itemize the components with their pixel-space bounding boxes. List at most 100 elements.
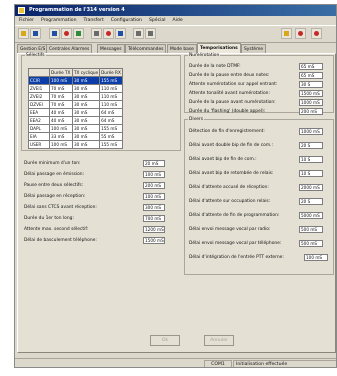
network-icon[interactable]: [115, 28, 126, 39]
table-cell[interactable]: 30 mS: [71, 100, 101, 109]
tone-wait-field[interactable]: 1500 mS: [299, 90, 323, 97]
table-cell[interactable]: CCIR: [28, 76, 50, 85]
table-cell[interactable]: 30 mS: [71, 140, 101, 149]
table-cell[interactable]: 110 mS: [99, 100, 124, 109]
folder-icon[interactable]: [18, 28, 29, 39]
incoming-dial-wait-field[interactable]: 30 S: [299, 81, 323, 88]
table-cell[interactable]: USER: [28, 140, 50, 149]
flashing-duration-field[interactable]: 200 mS: [299, 108, 323, 115]
min-tone-duration-field[interactable]: 20 mS: [143, 160, 165, 167]
stop-icon[interactable]: [103, 28, 114, 39]
table-cell[interactable]: 30 mS: [71, 84, 101, 93]
table-row[interactable]: ZVEI1 70 mS 30 mS 110 mS: [28, 84, 124, 93]
menu-help[interactable]: Aide: [173, 18, 183, 23]
tab-centrales-alarmes[interactable]: Centrales Alarmes: [46, 44, 93, 53]
field-label: Détection de fin d'enregistrement:: [189, 129, 265, 134]
table-cell[interactable]: 70 mS: [49, 92, 73, 101]
menu-programming[interactable]: Programmation: [41, 18, 76, 23]
record-end-detection-field[interactable]: 1000 mS: [299, 128, 323, 135]
table-row[interactable]: CCIR 100 mS 30 mS 155 mS: [28, 76, 124, 85]
dtmf-pause-field[interactable]: 65 mS: [299, 72, 323, 79]
table-cell[interactable]: 40 mS: [49, 108, 73, 117]
table-cell[interactable]: DAPL: [28, 124, 50, 133]
table-cell[interactable]: 100 mS: [49, 124, 73, 133]
menu-file[interactable]: Fichier: [19, 18, 34, 23]
phone-switch-delay-field[interactable]: 1500 mS: [143, 237, 165, 244]
tab-telecommandes[interactable]: Télécommandes: [125, 44, 167, 53]
tab-systeme[interactable]: Système: [241, 44, 267, 53]
table-row[interactable]: EEA 40 mS 30 mS 64 mS: [28, 108, 124, 117]
pause-selectifs-field[interactable]: 200 mS: [143, 182, 165, 189]
menu-special[interactable]: Spécial: [149, 18, 166, 23]
table-cell[interactable]: EEA: [28, 108, 50, 117]
ack-wait-field[interactable]: 2000 mS: [299, 184, 323, 191]
table-cell[interactable]: DZVEI: [28, 100, 50, 109]
relay-busy-wait-field[interactable]: 20 S: [299, 198, 323, 205]
table-cell[interactable]: 100 mS: [49, 76, 73, 85]
title-bar[interactable]: Programmation de l'314 version 4: [15, 5, 336, 16]
table-cell[interactable]: 30 mS: [71, 76, 101, 85]
table-cell[interactable]: ZVEI1: [28, 84, 50, 93]
tab-mode-base[interactable]: Mode base: [167, 44, 197, 53]
temporisations-panel: Sélectifs Durée TX TX cyclique Durée RX …: [17, 53, 336, 353]
ptt-integration-delay-field[interactable]: 100 mS: [304, 254, 328, 261]
relay-drop-beep-field[interactable]: 10 S: [299, 170, 323, 177]
table-row[interactable]: USER 100 mS 30 mS 155 mS: [28, 140, 124, 149]
disk-icon[interactable]: [30, 28, 41, 39]
table-cell[interactable]: EIA: [28, 132, 50, 141]
table-cell[interactable]: 33 mS: [49, 132, 73, 141]
table-row[interactable]: EIA 33 mS 30 mS 55 mS: [28, 132, 124, 141]
table-cell[interactable]: 30 mS: [71, 108, 101, 117]
table-row[interactable]: EEA2 40 mS 30 mS 64 mS: [28, 116, 124, 125]
table-row[interactable]: ZVEI2 70 mS 30 mS 110 mS: [28, 92, 124, 101]
first-long-tone-field[interactable]: 700 mS: [143, 215, 165, 222]
programming-end-wait-field[interactable]: 5000 mS: [299, 212, 323, 219]
table-cell[interactable]: 30 mS: [71, 124, 101, 133]
table-cell[interactable]: 70 mS: [49, 84, 73, 93]
pre-dial-pause-field[interactable]: 1000 mS: [299, 99, 323, 106]
double-beep-delay-field[interactable]: 20 S: [299, 142, 323, 149]
record-icon[interactable]: [281, 28, 292, 39]
monitor-icon[interactable]: [295, 28, 306, 39]
send-icon[interactable]: [61, 28, 72, 39]
table-cell[interactable]: 100 mS: [49, 140, 73, 149]
table-cell[interactable]: EEA2: [28, 116, 50, 125]
table-cell[interactable]: 30 mS: [71, 132, 101, 141]
radio-voice-delay-field[interactable]: 500 mS: [299, 226, 323, 233]
table-cell[interactable]: 40 mS: [49, 116, 73, 125]
table-row[interactable]: DAPL 100 mS 30 mS 155 mS: [28, 124, 124, 133]
grid-icon[interactable]: [133, 28, 144, 39]
table-cell[interactable]: 70 mS: [49, 100, 73, 109]
undo-icon[interactable]: [91, 28, 102, 39]
table-cell[interactable]: 64 mS: [99, 108, 124, 117]
menu-transfer[interactable]: Transfert: [84, 18, 104, 23]
table-cell[interactable]: 155 mS: [99, 76, 124, 85]
reception-delay-field[interactable]: 100 mS: [143, 193, 165, 200]
save-icon[interactable]: [49, 28, 60, 39]
tab-gestion-es[interactable]: Gestion E/S: [17, 44, 49, 53]
ok-button[interactable]: Ok: [150, 335, 180, 346]
table-cell[interactable]: 110 mS: [99, 92, 124, 101]
table-cell[interactable]: 155 mS: [99, 140, 124, 149]
emission-delay-field[interactable]: 100 mS: [143, 171, 165, 178]
table-cell[interactable]: 30 mS: [71, 116, 101, 125]
receive-icon[interactable]: [73, 28, 84, 39]
tab-messages[interactable]: Messages: [97, 44, 125, 53]
table-cell[interactable]: ZVEI2: [28, 92, 50, 101]
tab-temporisations[interactable]: Temporisations: [197, 43, 241, 53]
exit-icon[interactable]: [311, 28, 322, 39]
phone-icon[interactable]: [145, 28, 156, 39]
table-cell[interactable]: 155 mS: [99, 124, 124, 133]
table-cell[interactable]: 30 mS: [71, 92, 101, 101]
table-cell[interactable]: 55 mS: [99, 132, 124, 141]
dtmf-duration-field[interactable]: 65 mS: [299, 63, 323, 70]
ctcs-delay-field[interactable]: 300 mS: [143, 204, 165, 211]
table-cell[interactable]: 110 mS: [99, 84, 124, 93]
table-cell[interactable]: 64 mS: [99, 116, 124, 125]
menu-configuration[interactable]: Configuration: [111, 18, 142, 23]
phone-voice-delay-field[interactable]: 500 mS: [299, 240, 323, 247]
table-row[interactable]: DZVEI 70 mS 30 mS 110 mS: [28, 100, 124, 109]
cancel-button[interactable]: Annuler: [204, 335, 234, 346]
end-beep-delay-field[interactable]: 10 S: [299, 156, 323, 163]
second-selectif-wait-field[interactable]: 1200 mS: [143, 226, 165, 233]
